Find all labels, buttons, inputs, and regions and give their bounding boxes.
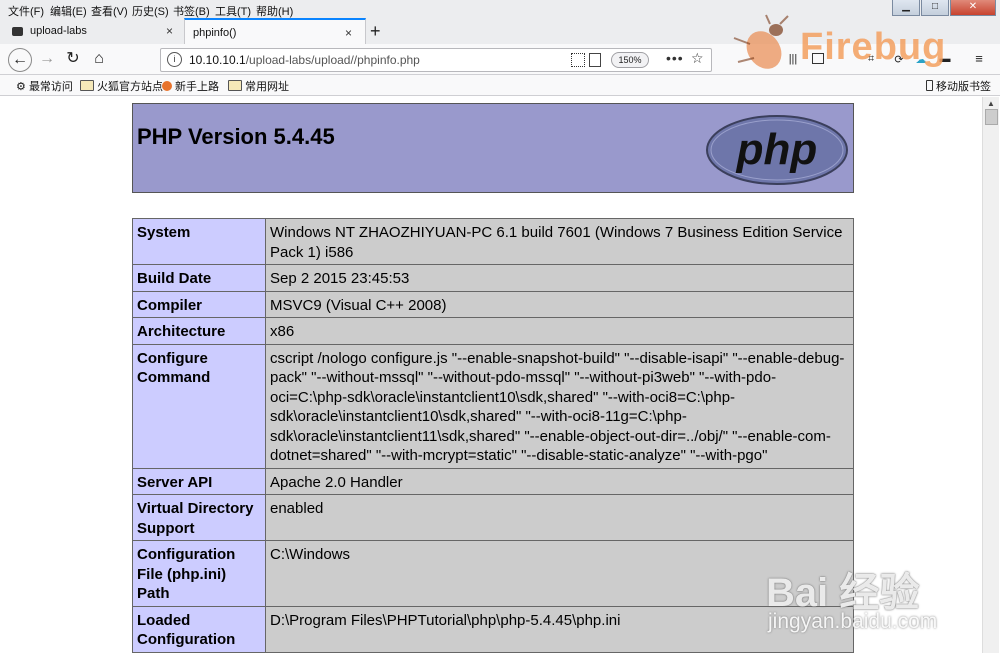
menu-edit[interactable]: 编辑(E) [50,3,87,19]
table-row: Architecture x86 [132,317,854,345]
phpinfo-content: PHP Version 5.4.45 php System Windows NT … [132,103,854,653]
firebug-wordmark: Firebug [800,26,947,68]
url-text[interactable]: 10.10.10.1/upload-labs/upload//phpinfo.p… [189,53,420,67]
folder-icon [80,80,94,91]
row-value: Apache 2.0 Handler [265,467,854,495]
tab-close-icon[interactable]: × [345,26,352,40]
browser-chrome: 文件(F) 编辑(E) 查看(V) 历史(S) 书签(B) 工具(T) 帮助(H… [0,0,1000,96]
bookmark-label: 常用网址 [245,81,289,93]
new-tab-button[interactable]: + [370,21,381,42]
row-key: Architecture [132,317,266,345]
site-info-icon[interactable]: i [167,52,182,67]
forward-button[interactable]: → [36,48,58,70]
tab-title: upload-labs [30,25,87,37]
php-version-header: PHP Version 5.4.45 php [132,103,854,193]
row-key: System [132,218,266,265]
bookmark-label: 火狐官方站点 [97,81,163,93]
row-key: Server API [132,467,266,495]
row-value: enabled [265,494,854,541]
bookmarks-toolbar: ⚙ 最常访问 火狐官方站点 新手上路 常用网址 移动版书签 [0,75,1000,96]
table-row: Server API Apache 2.0 Handler [132,467,854,495]
menu-view[interactable]: 查看(V) [91,3,128,19]
row-key: Virtual Directory Support [132,494,266,541]
reload-button[interactable]: ↻ [62,48,84,70]
menu-tools[interactable]: 工具(T) [215,3,251,19]
tab-upload-labs[interactable]: upload-labs × [0,20,184,44]
tab-title: phpinfo() [193,27,237,39]
reader-view-icon[interactable] [589,53,601,67]
url-host: 10.10.10.1 [189,53,246,67]
bookmark-getting-started[interactable]: 新手上路 [162,78,219,94]
firebug-logo: Firebug [730,14,980,78]
folder-icon [228,80,242,91]
gear-icon: ⚙ [16,81,26,93]
row-value: cscript /nologo configure.js "--enable-s… [265,343,854,469]
row-value: Windows NT ZHAOZHIYUAN-PC 6.1 build 7601… [265,218,854,265]
table-row: Compiler MSVC9 (Visual C++ 2008) [132,290,854,318]
page-title: PHP Version 5.4.45 [137,124,335,149]
bookmark-common-sites[interactable]: 常用网址 [228,78,289,94]
back-button[interactable]: ← [8,48,32,72]
row-value: MSVC9 (Visual C++ 2008) [265,290,854,318]
menu-file[interactable]: 文件(F) [8,3,44,19]
row-key: Configure Command [132,343,266,469]
address-bar[interactable]: i 10.10.10.1/upload-labs/upload//phpinfo… [160,48,712,72]
row-value: Sep 2 2015 23:45:53 [265,264,854,292]
bookmark-label: 新手上路 [175,81,219,93]
row-value: D:\Program Files\PHPTutorial\php\php-5.4… [265,605,854,653]
bookmark-most-visited[interactable]: ⚙ 最常访问 [16,78,73,94]
vertical-scrollbar[interactable]: ▲ [982,97,999,653]
php-logo-icon: php [706,115,848,185]
row-value: C:\Windows [265,540,854,607]
scrollbar-thumb[interactable] [985,109,998,125]
bug-icon [733,14,789,69]
zoom-level-badge[interactable]: 150% [611,52,649,68]
bookmark-label: 移动版书签 [936,81,991,93]
url-path: /upload-labs/upload//phpinfo.php [245,53,420,67]
bookmark-label: 最常访问 [28,81,73,93]
menu-history[interactable]: 历史(S) [132,3,169,19]
tab-close-icon[interactable]: × [166,24,173,38]
tab-phpinfo[interactable]: phpinfo() × [184,18,366,46]
page-actions-icon[interactable]: ••• [666,50,684,66]
scroll-up-icon[interactable]: ▲ [987,99,995,108]
home-button[interactable]: ⌂ [88,48,110,70]
php-logo-text: php [736,125,818,174]
table-row: Virtual Directory Support enabled [132,494,854,541]
row-key: Configuration File (php.ini) Path [132,540,266,607]
table-row: Configuration File (php.ini) Path C:\Wind… [132,540,854,607]
bookmark-star-icon[interactable]: ☆ [691,50,704,67]
page-viewport: PHP Version 5.4.45 php System Windows NT … [4,97,982,653]
system-info-table: System Windows NT ZHAOZHIYUAN-PC 6.1 buil… [132,218,854,653]
firefox-icon [162,81,172,91]
row-value: x86 [265,317,854,345]
bookmark-firefox-official[interactable]: 火狐官方站点 [80,78,163,94]
menu-bookmarks[interactable]: 书签(B) [173,3,210,19]
table-row: Loaded Configuration D:\Program Files\PHP… [132,605,854,653]
row-key: Build Date [132,264,266,292]
table-row: System Windows NT ZHAOZHIYUAN-PC 6.1 buil… [132,218,854,265]
menu-help[interactable]: 帮助(H) [256,3,293,19]
tab-favicon-icon [12,27,23,36]
row-key: Compiler [132,290,266,318]
table-row: Build Date Sep 2 2015 23:45:53 [132,264,854,292]
qr-code-icon[interactable] [571,53,585,67]
table-row: Configure Command cscript /nologo configu… [132,343,854,469]
mobile-bookmarks[interactable]: 移动版书签 [926,78,991,94]
row-key: Loaded Configuration [132,605,266,653]
mobile-icon [926,80,933,91]
